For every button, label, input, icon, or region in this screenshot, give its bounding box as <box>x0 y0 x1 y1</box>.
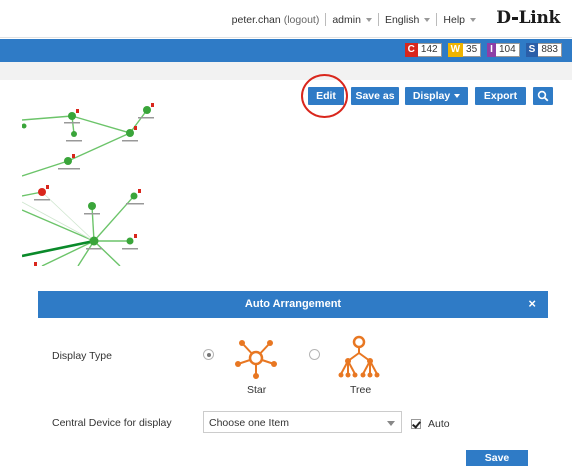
dialog-header: Auto Arrangement × <box>38 291 548 318</box>
alarm-badge-c[interactable]: C 142 <box>404 43 442 57</box>
save-as-button[interactable]: Save as <box>351 87 399 105</box>
chevron-down-icon <box>424 17 431 22</box>
tree-topology-icon[interactable] <box>335 334 383 382</box>
gray-strip <box>0 62 572 80</box>
divider <box>325 13 327 26</box>
chevron-down-icon <box>365 17 372 22</box>
top-user-bar: peter.chan (logout) admin English Help D… <box>0 0 572 38</box>
dlink-logo: D Link <box>496 8 560 28</box>
topology-map[interactable] <box>22 98 172 266</box>
language-label: English <box>384 13 420 26</box>
chevron-down-icon <box>454 94 461 99</box>
chevron-down-icon <box>470 17 476 22</box>
auto-label: Auto <box>428 418 450 430</box>
alarm-count: 35 <box>463 43 482 57</box>
alarm-count: 104 <box>495 43 520 57</box>
alarm-badge-s[interactable]: S 883 <box>525 43 562 57</box>
role-menu[interactable]: admin <box>332 14 372 26</box>
chevron-down-icon <box>387 421 395 426</box>
alarm-summary: C 142 W 35 I 104 S 883 <box>404 43 562 57</box>
central-device-select[interactable]: Choose one Item <box>203 411 402 433</box>
close-icon[interactable]: × <box>528 297 536 310</box>
alarm-count: 142 <box>417 43 442 57</box>
user-links: peter.chan (logout) admin English Help <box>232 13 476 26</box>
star-radio[interactable] <box>203 349 214 360</box>
star-label: Star <box>247 384 267 396</box>
dialog-title: Auto Arrangement <box>244 298 342 310</box>
display-label: Display <box>412 90 451 102</box>
help-label: Help <box>443 13 465 26</box>
search-button[interactable] <box>533 87 553 105</box>
alarm-key: S <box>525 43 539 57</box>
auto-checkbox[interactable] <box>411 419 421 429</box>
save-button[interactable]: Save <box>466 450 528 466</box>
alarm-count: 883 <box>538 43 562 57</box>
central-device-value: Choose one Item <box>209 417 289 429</box>
alarm-key: W <box>447 43 464 57</box>
alarm-key: C <box>404 43 418 57</box>
username: peter.chan <box>231 13 281 26</box>
tree-label: Tree <box>350 384 372 396</box>
language-menu[interactable]: English <box>384 13 431 26</box>
tree-radio[interactable] <box>309 349 320 360</box>
highlight-circle <box>301 74 348 118</box>
alarm-bar: C 142 W 35 I 104 S 883 <box>0 39 572 62</box>
role-label: admin <box>332 13 361 26</box>
central-device-label: Central Device for display <box>52 417 172 429</box>
divider <box>436 13 438 26</box>
alarm-key: I <box>487 43 496 57</box>
star-topology-icon[interactable] <box>232 334 280 382</box>
display-menu-button[interactable]: Display <box>405 87 468 105</box>
search-icon <box>537 91 549 102</box>
alarm-badge-w[interactable]: W 35 <box>447 43 482 57</box>
alarm-badge-i[interactable]: I 104 <box>487 43 520 57</box>
help-menu[interactable]: Help <box>443 14 476 26</box>
logout-link[interactable]: (logout) <box>284 14 320 26</box>
divider <box>377 13 379 26</box>
export-button[interactable]: Export <box>475 87 526 105</box>
display-type-label: Display Type <box>52 350 112 362</box>
